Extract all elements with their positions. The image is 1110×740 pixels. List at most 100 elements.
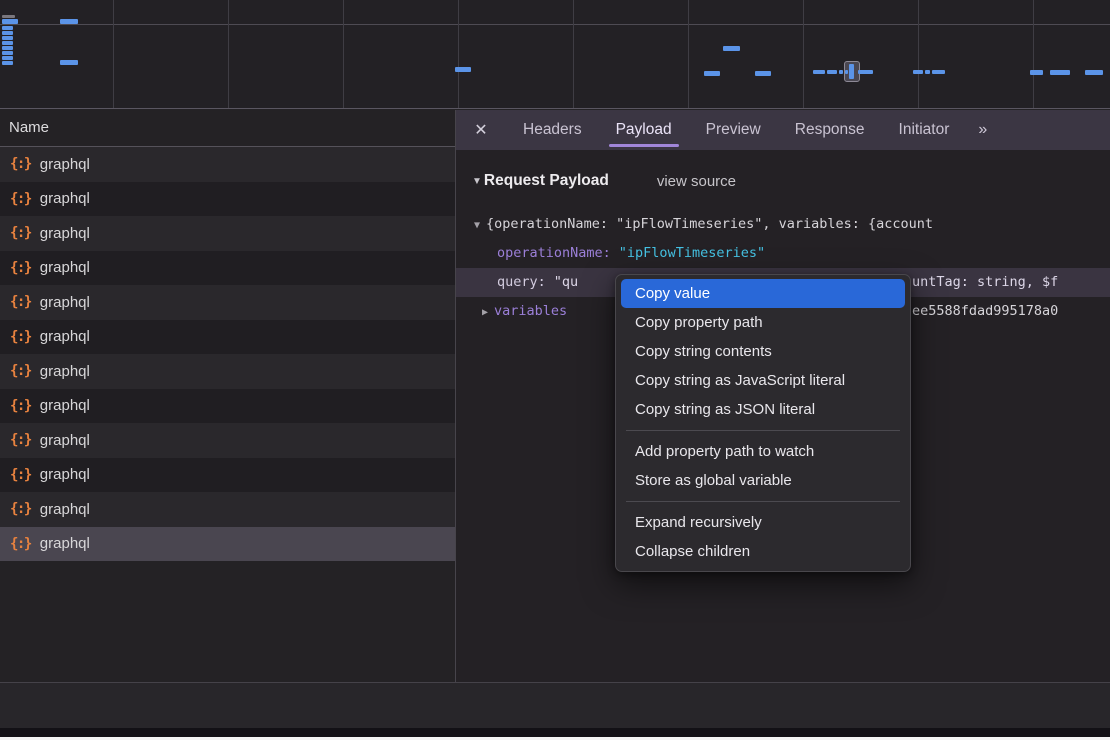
json-request-icon: {:} [10,432,31,448]
overview-waterfall-bar [858,70,873,74]
table-row[interactable]: {:} graphql [0,354,455,389]
menu-item-label: Copy string contents [635,343,772,360]
menu-item[interactable]: Copy property path [621,308,905,337]
network-overview[interactable] [0,0,1110,109]
menu-item[interactable]: Copy string as JavaScript literal [621,366,905,395]
detail-tab[interactable]: Response [795,110,865,150]
menu-item[interactable]: Expand recursively [621,508,905,537]
json-key: variables [494,303,567,319]
table-row[interactable]: {:} graphql [0,458,455,493]
context-menu: Copy value Copy property path Copy strin… [615,274,911,572]
detail-tabbar: ✕ Headers Payload Preview Response Initi… [456,110,1110,150]
table-row[interactable]: {:} graphql [0,182,455,217]
menu-item[interactable]: Copy value [621,279,905,308]
more-tabs-icon[interactable]: » [978,121,985,139]
overview-waterfall-bar [2,46,13,50]
tab-label: Headers [523,121,582,138]
menu-item[interactable]: Store as global variable [621,466,905,495]
table-row[interactable]: {:} graphql [0,389,455,424]
json-object-preview: {operationName: "ipFlowTimeseries", vari… [486,216,933,232]
json-request-icon: {:} [10,225,31,241]
json-string-value-continued: untTag: string, $f [912,268,1058,297]
json-request-icon: {:} [10,501,31,517]
json-request-icon: {:} [10,260,31,276]
json-request-icon: {:} [10,294,31,310]
menu-separator [626,430,900,431]
detail-tab[interactable]: Preview [706,110,761,150]
table-row[interactable]: {:} graphql [0,492,455,527]
overview-waterfall-bar [813,70,825,74]
overview-waterfall-bar [60,19,78,24]
overview-waterfall-bar [925,70,930,74]
menu-item[interactable]: Add property path to watch [621,437,905,466]
overview-gridline [458,0,459,108]
close-icon[interactable]: ✕ [456,120,506,140]
request-name: graphql [40,156,90,173]
overview-waterfall-bar [2,61,13,65]
overview-gridline [688,0,689,108]
collapse-triangle-icon: ▼ [472,176,482,187]
detail-tab[interactable]: Headers [523,110,582,150]
request-list: {:} graphql {:} graphql {:} graphql {:} … [0,147,455,561]
overview-waterfall-bar [755,71,771,76]
request-name: graphql [40,432,90,449]
overview-waterfall-bar [60,60,78,65]
overview-waterfall-bar [1050,70,1070,75]
expand-triangle-icon: ▶ [482,307,488,318]
overview-waterfall-bar [1030,70,1043,75]
detail-tab[interactable]: Payload [616,110,672,150]
tab-label: Payload [616,121,672,138]
panel-divider[interactable] [455,110,456,728]
overview-waterfall-bar [455,67,471,72]
request-name: graphql [40,190,90,207]
overview-gridline [228,0,229,108]
request-name: graphql [40,397,90,414]
json-request-icon: {:} [10,191,31,207]
overview-waterfall-bar [704,71,720,76]
menu-item[interactable]: Copy string as JSON literal [621,395,905,424]
overview-waterfall-bar [913,70,923,74]
table-row[interactable]: {:} graphql [0,147,455,182]
json-request-icon: {:} [10,329,31,345]
tab-label: Response [795,121,865,138]
json-operationname-row[interactable]: operationName:"ipFlowTimeseries" [456,239,1110,268]
overview-waterfall-bar [932,70,945,74]
json-string-value: "qu [554,274,578,290]
table-row[interactable]: {:} graphql [0,285,455,320]
menu-item-label: Copy property path [635,314,763,331]
menu-item-label: Expand recursively [635,514,762,531]
name-column-header[interactable]: Name [0,110,455,147]
json-preview-continued: ee5588fdad995178a0 [912,297,1058,326]
menu-item-label: Store as global variable [635,472,792,489]
overview-bar-gray [2,15,15,18]
overview-gridline [343,0,344,108]
overview-waterfall-bar [2,31,13,35]
menu-item-label: Copy string as JSON literal [635,401,815,418]
table-row[interactable]: {:} graphql [0,251,455,286]
table-row[interactable]: {:} graphql [0,527,455,562]
overview-waterfall-bar [723,46,740,51]
overview-gridline [573,0,574,108]
json-request-icon: {:} [10,536,31,552]
request-payload-section-header[interactable]: ▼ Request Payload view source [456,162,1110,200]
table-row[interactable]: {:} graphql [0,320,455,355]
json-string-value: "ipFlowTimeseries" [619,245,765,261]
menu-item[interactable]: Collapse children [621,537,905,566]
menu-separator [626,501,900,502]
bottom-chrome-bar [0,728,1110,737]
overview-waterfall-bar [2,26,13,30]
menu-item-label: Collapse children [635,543,750,560]
json-request-icon: {:} [10,398,31,414]
summary-bar [0,683,1110,728]
overview-waterfall-bar [2,19,18,24]
table-row[interactable]: {:} graphql [0,216,455,251]
overview-waterfall-bar [839,70,843,74]
view-source-link[interactable]: view source [657,173,736,190]
table-row[interactable]: {:} graphql [0,423,455,458]
json-root-row[interactable]: ▼{operationName: "ipFlowTimeseries", var… [456,210,1110,239]
request-name: graphql [40,328,90,345]
request-name: graphql [40,225,90,242]
menu-item[interactable]: Copy string contents [621,337,905,366]
tab-label: Preview [706,121,761,138]
detail-tab[interactable]: Initiator [899,110,950,150]
